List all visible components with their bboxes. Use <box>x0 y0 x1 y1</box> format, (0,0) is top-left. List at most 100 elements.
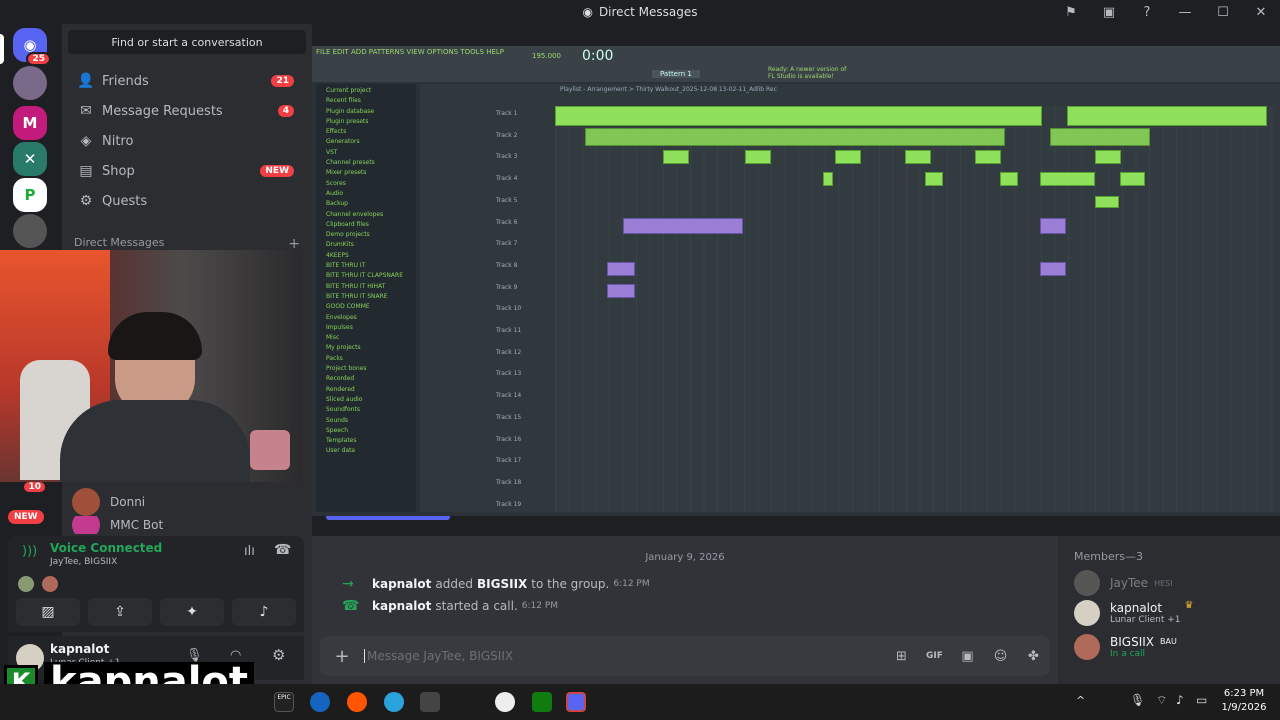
browser-item[interactable]: User data <box>316 446 416 456</box>
server-avatar-4[interactable]: P <box>13 178 47 212</box>
fl-pattern[interactable]: Pattern 1 <box>652 70 700 78</box>
member-item[interactable]: kapnalot Lunar Client +1 ♛ <box>1074 600 1194 626</box>
mic-tray-icon[interactable]: 🎙 <box>1130 693 1145 707</box>
server-avatar-5[interactable] <box>13 214 47 248</box>
audio-clip[interactable] <box>1040 262 1066 276</box>
member-item[interactable]: JayTee HESI <box>1074 570 1173 596</box>
audio-clip[interactable] <box>585 128 1005 146</box>
audio-clip[interactable] <box>1095 196 1119 208</box>
xbox-icon[interactable] <box>532 692 552 712</box>
soundcloud-icon[interactable] <box>347 692 367 712</box>
member-item[interactable]: BIGSIIX In a call BAU <box>1074 634 1177 660</box>
telegram-icon[interactable] <box>384 692 404 712</box>
screen-share-button[interactable]: ⇪ <box>88 598 152 626</box>
sticker-icon[interactable]: ▣ <box>951 649 984 664</box>
browser-item[interactable]: Speech <box>316 426 416 436</box>
browser-item[interactable]: Current project <box>316 86 416 96</box>
wifi-icon[interactable]: ⌔ <box>1156 693 1167 708</box>
audio-clip[interactable] <box>975 150 1001 164</box>
browser-item[interactable]: BITE THRU IT CLAPSNARE <box>316 271 416 281</box>
browser-item[interactable]: Mixer presets <box>316 168 416 178</box>
browser-item[interactable]: Packs <box>316 354 416 364</box>
audio-clip[interactable] <box>925 172 943 186</box>
audio-clip[interactable] <box>835 150 861 164</box>
epic-games-icon[interactable]: EPIC <box>274 692 294 712</box>
browser-item[interactable]: Sliced audio <box>316 395 416 405</box>
gif-icon[interactable]: GIF <box>918 651 951 661</box>
browser-item[interactable]: Channel presets <box>316 158 416 168</box>
fl-tempo[interactable]: 195.000 <box>532 52 561 60</box>
audio-clip[interactable] <box>663 150 689 164</box>
browser-item[interactable]: Envelopes <box>316 313 416 323</box>
browser-item[interactable]: Clipboard files <box>316 220 416 230</box>
clock-time[interactable]: 6:23 PM <box>1220 688 1268 699</box>
browser-item[interactable]: Effects <box>316 127 416 137</box>
discord-taskbar-icon[interactable] <box>566 692 586 712</box>
home-button[interactable]: ◉ 25 <box>13 28 51 66</box>
browser-item[interactable]: GOOD COMME <box>316 302 416 312</box>
browser-item[interactable]: Sounds <box>316 416 416 426</box>
close-button[interactable]: ✕ <box>1242 5 1280 20</box>
search-input[interactable]: Find or start a conversation <box>68 30 306 54</box>
audio-clip[interactable] <box>1067 106 1267 126</box>
audio-clip[interactable] <box>1095 150 1121 164</box>
dm-user[interactable]: MMC Bot <box>72 516 163 534</box>
track-label[interactable]: Track 1 <box>496 110 517 117</box>
message-target[interactable]: BIGSIIX <box>477 577 527 591</box>
audio-clip[interactable] <box>607 284 635 298</box>
message-actor[interactable]: kapnalot <box>372 599 431 613</box>
nav-message-requests[interactable]: ✉ Message Requests 4 <box>70 96 304 126</box>
minimize-button[interactable]: — <box>1166 5 1204 20</box>
disconnect-icon[interactable]: ☎ <box>274 542 291 558</box>
track-label[interactable]: Track 16 <box>496 436 521 443</box>
browser-item[interactable]: Plugin presets <box>316 117 416 127</box>
track-label[interactable]: Track 13 <box>496 370 521 377</box>
apps-icon[interactable]: ✤ <box>1017 649 1050 664</box>
audio-clip[interactable] <box>1120 172 1145 186</box>
browser-icon[interactable] <box>310 692 330 712</box>
camera-off-button[interactable]: ▨ <box>16 598 80 626</box>
audio-clip[interactable] <box>823 172 833 186</box>
browser-item[interactable]: My projects <box>316 343 416 353</box>
browser-item[interactable]: Misc <box>316 333 416 343</box>
message-actor[interactable]: kapnalot <box>372 577 431 591</box>
track-label[interactable]: Track 11 <box>496 327 521 334</box>
track-label[interactable]: Track 15 <box>496 414 521 421</box>
playlist-grid[interactable] <box>555 106 1275 512</box>
nav-friends[interactable]: 👤 Friends 21 <box>70 66 304 96</box>
help-icon[interactable]: ? <box>1128 5 1166 20</box>
activities-button[interactable]: ✦ <box>160 598 224 626</box>
browser-item[interactable]: Impulses <box>316 323 416 333</box>
browser-item[interactable]: Soundfonts <box>316 405 416 415</box>
browser-item[interactable]: Plugin database <box>316 107 416 117</box>
message-input[interactable]: Message JayTee, BIGSIIX <box>364 649 885 663</box>
dm-user[interactable]: Donni <box>72 488 145 516</box>
track-label[interactable]: Track 7 <box>496 240 517 247</box>
track-label[interactable]: Track 3 <box>496 153 517 160</box>
browser-item[interactable]: Backup <box>316 199 416 209</box>
track-label[interactable]: Track 4 <box>496 175 517 182</box>
browser-item[interactable]: BITE THRU IT HIHAT <box>316 282 416 292</box>
browser-item[interactable]: Scores <box>316 179 416 189</box>
add-attachment-icon[interactable]: + <box>320 646 364 667</box>
browser-item[interactable]: 4KEEPS <box>316 251 416 261</box>
browser-item[interactable]: Channel envelopes <box>316 210 416 220</box>
browser-item[interactable]: DrumKits <box>316 240 416 250</box>
settings-icon[interactable]: ⚙ <box>272 646 285 664</box>
track-label[interactable]: Track 17 <box>496 457 521 464</box>
server-avatar-1[interactable] <box>13 66 47 100</box>
audio-clip[interactable] <box>623 218 743 234</box>
server-avatar-2[interactable]: M <box>13 106 47 140</box>
audio-clip[interactable] <box>1000 172 1018 186</box>
nav-shop[interactable]: ▤ Shop NEW <box>70 156 304 186</box>
tray-chevron-icon[interactable]: ^ <box>1076 694 1085 707</box>
audio-clip[interactable] <box>1040 172 1095 186</box>
soundboard-button[interactable]: ♪ <box>232 598 296 626</box>
browser-item[interactable]: Demo projects <box>316 230 416 240</box>
clock-date[interactable]: 1/9/2026 <box>1218 702 1270 713</box>
nav-nitro[interactable]: ◈ Nitro <box>70 126 304 156</box>
track-label[interactable]: Track 18 <box>496 479 521 486</box>
battery-icon[interactable]: ▭ <box>1196 693 1207 707</box>
track-label[interactable]: Track 9 <box>496 284 517 291</box>
track-label[interactable]: Track 12 <box>496 349 521 356</box>
